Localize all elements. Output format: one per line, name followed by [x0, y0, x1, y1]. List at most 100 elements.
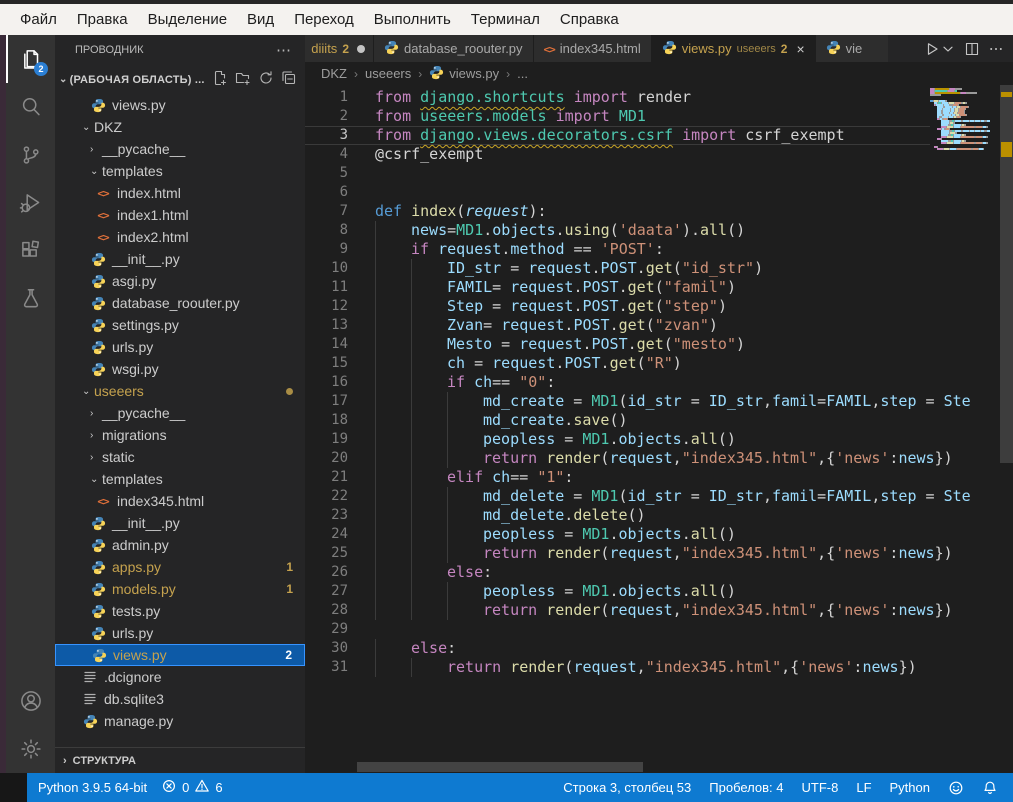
git-changes-badge: 1: [286, 582, 293, 596]
code-editor[interactable]: 1from django.shortcuts import render2fro…: [305, 85, 1000, 761]
horizontal-scrollbar[interactable]: [357, 762, 643, 772]
new-file-icon[interactable]: [212, 70, 228, 89]
close-icon[interactable]: ×: [796, 41, 804, 57]
menu-Переход[interactable]: Переход: [284, 11, 364, 28]
tree-file-views.py[interactable]: views.py2: [55, 644, 305, 666]
settings-icon[interactable]: [6, 725, 55, 773]
breadcrumb-...[interactable]: ...: [517, 66, 528, 81]
more-icon[interactable]: [985, 38, 1007, 60]
breadcrumb-DKZ[interactable]: DKZ: [321, 66, 347, 81]
breadcrumb-useeers[interactable]: useeers: [365, 66, 411, 81]
tree-folder-DKZ[interactable]: ⌄DKZ: [55, 116, 305, 138]
tree-item-label: views.py: [112, 97, 166, 113]
menu-Файл[interactable]: Файл: [10, 11, 67, 28]
breadcrumb-views.py[interactable]: views.py: [429, 65, 499, 83]
line-content: peopless = MD1.objects.all(): [348, 430, 736, 449]
menu-Выполнить[interactable]: Выполнить: [364, 11, 461, 28]
tree-file-apps.py[interactable]: apps.py1: [55, 556, 305, 578]
python-icon: [90, 251, 106, 267]
problems-indicator[interactable]: 06: [154, 778, 229, 797]
tree-file-index.html[interactable]: <>index.html: [55, 182, 305, 204]
menu-Выделение[interactable]: Выделение: [138, 11, 237, 28]
minimap[interactable]: [930, 88, 1000, 150]
language-mode[interactable]: Python: [883, 780, 937, 795]
menu-Вид[interactable]: Вид: [237, 11, 284, 28]
split-editor-icon[interactable]: [961, 38, 983, 60]
line-content: md_create.save(): [348, 411, 628, 430]
tree-file-db.sqlite3[interactable]: db.sqlite3: [55, 688, 305, 710]
outline-section-header[interactable]: › СТРУКТУРА: [55, 747, 305, 773]
tree-file-urls.py[interactable]: urls.py: [55, 336, 305, 358]
tree-file-index1.html[interactable]: <>index1.html: [55, 204, 305, 226]
tree-file-index2.html[interactable]: <>index2.html: [55, 226, 305, 248]
workbench: 2 ПРОВОДНИК ⋯ ⌄ (РАБОЧАЯ ОБЛАСТЬ) ... vi…: [0, 35, 1013, 773]
account-icon[interactable]: [6, 677, 55, 725]
refresh-icon[interactable]: [258, 70, 274, 89]
testing-icon[interactable]: [6, 275, 55, 323]
tree-folder-templates[interactable]: ⌄templates: [55, 160, 305, 182]
tree-file-urls.py[interactable]: urls.py: [55, 622, 305, 644]
tree-file-models.py[interactable]: models.py1: [55, 578, 305, 600]
menu-Правка[interactable]: Правка: [67, 11, 138, 28]
python-icon: [90, 559, 106, 575]
eol[interactable]: LF: [849, 780, 878, 795]
tree-file-database_roouter.py[interactable]: database_roouter.py: [55, 292, 305, 314]
tree-file-admin.py[interactable]: admin.py: [55, 534, 305, 556]
tab-diiits[interactable]: diiits2: [305, 35, 374, 62]
line-number: 9: [305, 240, 348, 259]
tree-file-settings.py[interactable]: settings.py: [55, 314, 305, 336]
menu-Терминал[interactable]: Терминал: [461, 11, 550, 28]
vertical-scrollbar[interactable]: [1000, 85, 1013, 761]
tree-folder-__pycache__[interactable]: ›__pycache__: [55, 138, 305, 160]
tab-index345.html[interactable]: <>index345.html: [534, 35, 652, 62]
extensions-icon[interactable]: [6, 227, 55, 275]
code-line-28: 28return render(request,"index345.html",…: [305, 601, 1000, 620]
tree-file-__init__.py[interactable]: __init__.py: [55, 512, 305, 534]
tree-file-tests.py[interactable]: tests.py: [55, 600, 305, 622]
indent-guide: [447, 449, 483, 468]
line-content: Zvan= request.POST.get("zvan"): [348, 316, 718, 335]
tree-file-__init__.py[interactable]: __init__.py: [55, 248, 305, 270]
tab-database_roouter.py[interactable]: database_roouter.py: [374, 35, 534, 62]
line-number: 27: [305, 582, 348, 601]
tree-file-views.py[interactable]: views.py: [55, 94, 305, 116]
line-number: 31: [305, 658, 348, 677]
tree-file-manage.py[interactable]: manage.py: [55, 710, 305, 732]
workspace-section-header[interactable]: ⌄ (РАБОЧАЯ ОБЛАСТЬ) ...: [55, 65, 305, 94]
tree-folder-static[interactable]: ›static: [55, 446, 305, 468]
tab-label: views.py: [682, 41, 732, 56]
python-interpreter[interactable]: Python 3.9.5 64-bit: [31, 780, 154, 795]
feedback-icon[interactable]: [941, 780, 971, 796]
tab-vie[interactable]: vie: [816, 35, 888, 62]
bell-icon[interactable]: [975, 780, 1005, 796]
tree-folder-migrations[interactable]: ›migrations: [55, 424, 305, 446]
tree-file-index345.html[interactable]: <>index345.html: [55, 490, 305, 512]
tree-file-asgi.py[interactable]: asgi.py: [55, 270, 305, 292]
indent-guide: [375, 354, 411, 373]
run-debug-icon[interactable]: [6, 179, 55, 227]
collapse-all-icon[interactable]: [281, 70, 297, 89]
more-actions-icon[interactable]: ⋯: [276, 41, 291, 59]
new-folder-icon[interactable]: [235, 70, 251, 89]
tree-folder-__pycache__[interactable]: ›__pycache__: [55, 402, 305, 424]
tree-item-label: asgi.py: [112, 273, 156, 289]
tree-file-wsgi.py[interactable]: wsgi.py: [55, 358, 305, 380]
encoding[interactable]: UTF-8: [795, 780, 846, 795]
tab-views.py[interactable]: views.pyuseeers2×: [652, 35, 816, 62]
indent-guide: [375, 544, 411, 563]
menu-Справка[interactable]: Справка: [550, 11, 629, 28]
explorer-icon[interactable]: 2: [6, 35, 55, 83]
cursor-position[interactable]: Строка 3, столбец 53: [556, 780, 698, 795]
tree-folder-useeers[interactable]: ⌄useeers: [55, 380, 305, 402]
run-dropdown-icon[interactable]: [937, 38, 959, 60]
tree-file-.dcignore[interactable]: .dcignore: [55, 666, 305, 688]
tree-item-label: db.sqlite3: [104, 691, 164, 707]
indent-guide: [375, 259, 411, 278]
tree-folder-templates[interactable]: ⌄templates: [55, 468, 305, 490]
chevron-right-icon: ›: [90, 430, 102, 441]
search-icon[interactable]: [6, 83, 55, 131]
source-control-icon[interactable]: [6, 131, 55, 179]
code-line-10: 10ID_str = request.POST.get("id_str"): [305, 259, 1000, 278]
indentation[interactable]: Пробелов: 4: [702, 780, 790, 795]
code-line-1: 1from django.shortcuts import render: [305, 88, 1000, 107]
